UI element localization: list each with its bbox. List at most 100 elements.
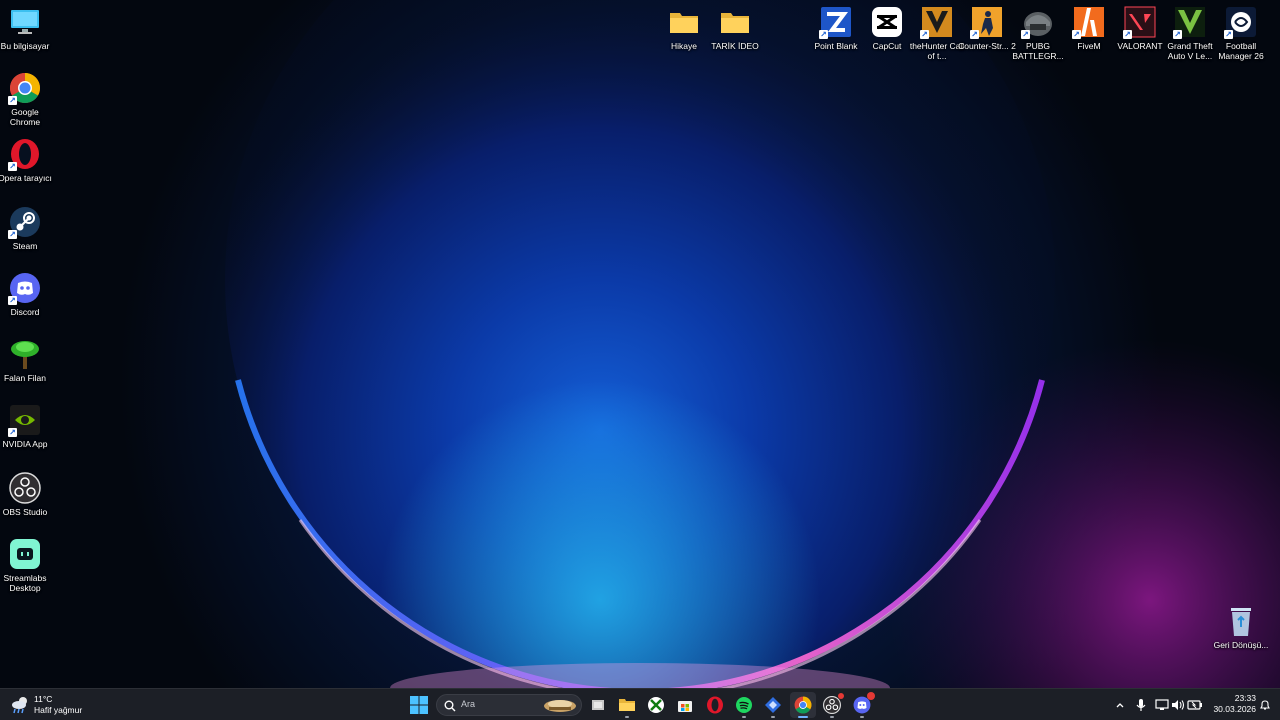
taskbar-chrome[interactable] [790, 692, 816, 718]
running-indicator [742, 716, 746, 718]
desktop-icon-opera[interactable]: ↗ Opera tarayıcı [0, 138, 54, 183]
shortcut-arrow-icon: ↗ [1123, 30, 1132, 39]
desktop-icon-recycle-bin[interactable]: Geri Dönüşü... [1212, 605, 1270, 650]
desktop: Bu bilgisayar ↗ Google Chrome ↗ Opera ta… [0, 0, 1280, 688]
taskbar-opera[interactable] [702, 692, 728, 718]
shortcut-arrow-icon: ↗ [8, 428, 17, 437]
desktop-icon-football-manager[interactable]: ↗ Football Manager 26 [1212, 6, 1270, 61]
desktop-icon-streamlabs[interactable]: Streamlabs Desktop [0, 538, 54, 593]
capcut-icon [871, 6, 903, 38]
taskbar-ms-store[interactable] [672, 692, 698, 718]
desktop-icon-label: Steam [12, 241, 38, 251]
recording-badge-icon [838, 693, 844, 699]
weather-widget[interactable]: 11°C Hafif yağmur [8, 693, 98, 717]
obs-icon [823, 696, 841, 714]
desktop-icon-label: Bu bilgisayar [0, 41, 50, 51]
search-highlight-icon [543, 697, 577, 718]
volume-icon[interactable] [1170, 697, 1186, 713]
desktop-icon-label: Streamlabs Desktop [3, 573, 47, 593]
folder-icon [719, 6, 751, 38]
running-indicator [830, 716, 834, 718]
search-placeholder: Ara [461, 699, 476, 709]
clock-date: 30.03.2026 [1213, 704, 1256, 714]
start-button[interactable] [406, 692, 432, 718]
taskbar-xbox[interactable] [643, 692, 669, 718]
shortcut-arrow-icon: ↗ [970, 30, 979, 39]
monitor-icon [9, 6, 41, 38]
taskbar-file-explorer[interactable] [614, 692, 640, 718]
desktop-icon-label: PUBG BATTLEGR... [1012, 41, 1064, 61]
desktop-icon-gta-v[interactable]: ↗ Grand Theft Auto V Le... [1161, 6, 1219, 61]
counter-strike-icon: ↗ [970, 6, 1003, 39]
football-manager-icon: ↗ [1224, 6, 1257, 39]
battery-icon[interactable] [1187, 697, 1203, 713]
obs-icon [9, 472, 41, 504]
shortcut-arrow-icon: ↗ [819, 30, 828, 39]
desktop-icon-label: OBS Studio [2, 507, 48, 517]
opera-icon [707, 696, 723, 714]
desktop-icon-hikaye-folder[interactable]: Hikaye [655, 6, 713, 51]
desktop-icon-tarik-ideo-folder[interactable]: TARİK İDEO [706, 6, 764, 51]
thehunter-icon: ↗ [920, 6, 953, 39]
search-icon [444, 699, 456, 717]
tray-overflow-chevron-icon[interactable] [1112, 697, 1128, 713]
gta-icon: ↗ [1173, 6, 1206, 39]
fivem-icon: ↗ [1072, 6, 1105, 39]
folder-icon [668, 6, 700, 38]
desktop-icon-label: Grand Theft Auto V Le... [1167, 41, 1213, 61]
notification-badge-icon [867, 692, 875, 700]
shortcut-arrow-icon: ↗ [920, 30, 929, 39]
taskbar-obs[interactable] [819, 692, 845, 718]
notification-bell-icon[interactable] [1257, 697, 1273, 713]
desktop-icon-obs-studio[interactable]: OBS Studio [0, 472, 54, 517]
taskbar-discord[interactable] [849, 692, 875, 718]
tree-icon [9, 338, 41, 370]
streamlabs-icon [9, 538, 41, 570]
desktop-icon-label: Hikaye [671, 41, 697, 51]
desktop-icon-falan-filan[interactable]: Falan Filan [0, 338, 54, 383]
weather-temp: 11°C [34, 694, 53, 704]
desktop-icon-fivem[interactable]: ↗ FiveM [1060, 6, 1118, 51]
wallpaper [0, 0, 1280, 688]
point-blank-icon: ↗ [819, 6, 852, 39]
desktop-icon-counter-strike[interactable]: ↗ Counter-Str... 2 [958, 6, 1016, 51]
taskbar-spotify[interactable] [731, 692, 757, 718]
desktop-icon-label: NVIDIA App [2, 439, 48, 449]
active-indicator [798, 716, 808, 718]
desktop-icon-point-blank[interactable]: ↗ Point Blank [807, 6, 865, 51]
chrome-icon: ↗ [8, 72, 41, 105]
shortcut-arrow-icon: ↗ [1072, 30, 1081, 39]
weather-rain-icon [10, 695, 30, 720]
desktop-icon-label: Opera tarayıcı [0, 173, 52, 183]
desktop-icon-label: Football Manager 26 [1218, 41, 1264, 61]
desktop-icon-pubg[interactable]: ↗ PUBG BATTLEGR... [1009, 6, 1067, 61]
clock[interactable]: 23:33 30.03.2026 [1206, 693, 1256, 715]
search-box[interactable]: Ara [436, 694, 582, 716]
shortcut-arrow-icon: ↗ [8, 162, 17, 171]
network-icon[interactable] [1154, 697, 1170, 713]
desktop-icon-label: Google Chrome [9, 107, 41, 127]
desktop-icon-google-chrome[interactable]: ↗ Google Chrome [0, 72, 54, 127]
task-view-icon [592, 700, 604, 710]
microphone-icon[interactable] [1133, 697, 1149, 713]
spotify-icon [736, 697, 752, 713]
desktop-icon-label: CapCut [872, 41, 902, 51]
taskbar-app-blue[interactable] [760, 692, 786, 718]
folder-icon [619, 699, 635, 711]
desktop-icon-nvidia-app[interactable]: ↗ NVIDIA App [0, 404, 54, 449]
desktop-icon-label: Counter-Str... 2 [958, 41, 1016, 51]
desktop-icon-discord[interactable]: ↗ Discord [0, 272, 54, 317]
desktop-icon-steam[interactable]: ↗ Steam [0, 206, 54, 251]
desktop-icon-label: Geri Dönüşü... [1213, 640, 1269, 650]
shortcut-arrow-icon: ↗ [1173, 30, 1182, 39]
desktop-icon-this-pc[interactable]: Bu bilgisayar [0, 6, 54, 51]
shortcut-arrow-icon: ↗ [1224, 30, 1233, 39]
app-icon [765, 697, 781, 713]
desktop-icon-label: Point Blank [814, 41, 858, 51]
xbox-icon [648, 697, 664, 713]
discord-icon: ↗ [8, 272, 41, 305]
weather-desc: Hafif yağmur [34, 705, 83, 715]
opera-icon: ↗ [8, 138, 41, 171]
taskbar-task-view[interactable] [585, 692, 611, 718]
windows-logo-icon [410, 696, 428, 714]
